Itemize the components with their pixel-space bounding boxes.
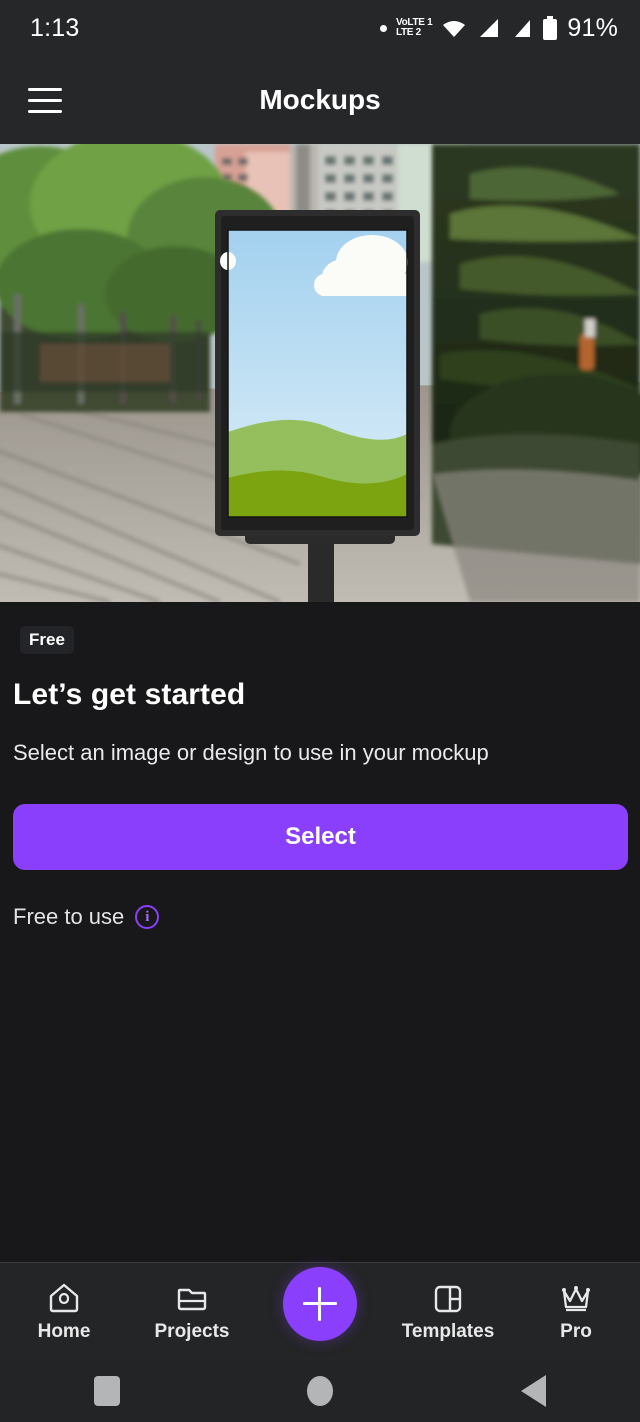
- circle-home-icon: [306, 1376, 333, 1406]
- status-bar: 1:13 VoLTE 1 LTE 2 91%: [0, 0, 640, 56]
- mockup-scene-image: [0, 144, 640, 602]
- sysnav-recents-button[interactable]: [0, 1376, 213, 1406]
- square-recents-icon: [93, 1376, 120, 1406]
- sysnav-back-button[interactable]: [427, 1375, 640, 1407]
- nav-item-templates[interactable]: Templates: [384, 1281, 512, 1343]
- app-bar: Mockups: [0, 56, 640, 144]
- signal-icon-2: [515, 20, 531, 37]
- nav-item-projects[interactable]: Projects: [128, 1281, 256, 1343]
- status-bar-clock: 1:13: [30, 13, 80, 42]
- free-to-use-row: Free to use i: [13, 904, 627, 930]
- fab-wrapper: [256, 1266, 384, 1349]
- select-button[interactable]: Select: [13, 804, 628, 870]
- battery-icon: [543, 16, 558, 40]
- nav-label-projects: Projects: [154, 1320, 230, 1342]
- plus-icon: [303, 1286, 337, 1321]
- volte-icon: VoLTE 1 LTE 2: [395, 18, 433, 38]
- nav-item-pro[interactable]: Pro: [512, 1281, 640, 1343]
- recording-dot-icon: [379, 24, 387, 32]
- layout-panel-icon: [434, 1285, 462, 1312]
- home-icon: [49, 1283, 79, 1312]
- status-bar-icons: VoLTE 1 LTE 2 91%: [379, 13, 618, 43]
- main-content: Free Let’s get started Select an image o…: [0, 602, 640, 930]
- sysnav-home-button[interactable]: [213, 1376, 426, 1406]
- system-navigation-bar: [0, 1360, 640, 1422]
- headline: Let’s get started: [13, 678, 246, 711]
- hamburger-menu-icon[interactable]: [28, 87, 62, 113]
- info-icon[interactable]: i: [135, 905, 160, 929]
- nav-label-templates: Templates: [401, 1320, 495, 1342]
- billboard-mockup-preview[interactable]: [0, 144, 640, 602]
- nav-item-home[interactable]: Home: [0, 1281, 128, 1343]
- app-screen: 1:13 VoLTE 1 LTE 2 91% Mockups Free Let’…: [0, 0, 640, 1422]
- folder-icon: [177, 1288, 207, 1310]
- free-badge: Free: [20, 626, 74, 654]
- crown-icon: [562, 1285, 590, 1311]
- triangle-back-icon: [520, 1375, 546, 1407]
- subtitle: Select an image or design to use in your…: [13, 740, 489, 765]
- battery-percent-label: 91%: [567, 13, 618, 42]
- page-title: Mockups: [259, 84, 381, 115]
- free-to-use-label: Free to use: [13, 904, 125, 929]
- nav-label-pro: Pro: [560, 1320, 592, 1342]
- nav-label-home: Home: [37, 1320, 91, 1342]
- bottom-navigation-bar: Home Projects Templates Pro: [0, 1262, 640, 1360]
- add-button-fab[interactable]: [283, 1266, 357, 1341]
- volte-line2: LTE 2: [395, 27, 421, 38]
- signal-icon-1: [480, 19, 499, 37]
- wifi-icon: [443, 21, 466, 37]
